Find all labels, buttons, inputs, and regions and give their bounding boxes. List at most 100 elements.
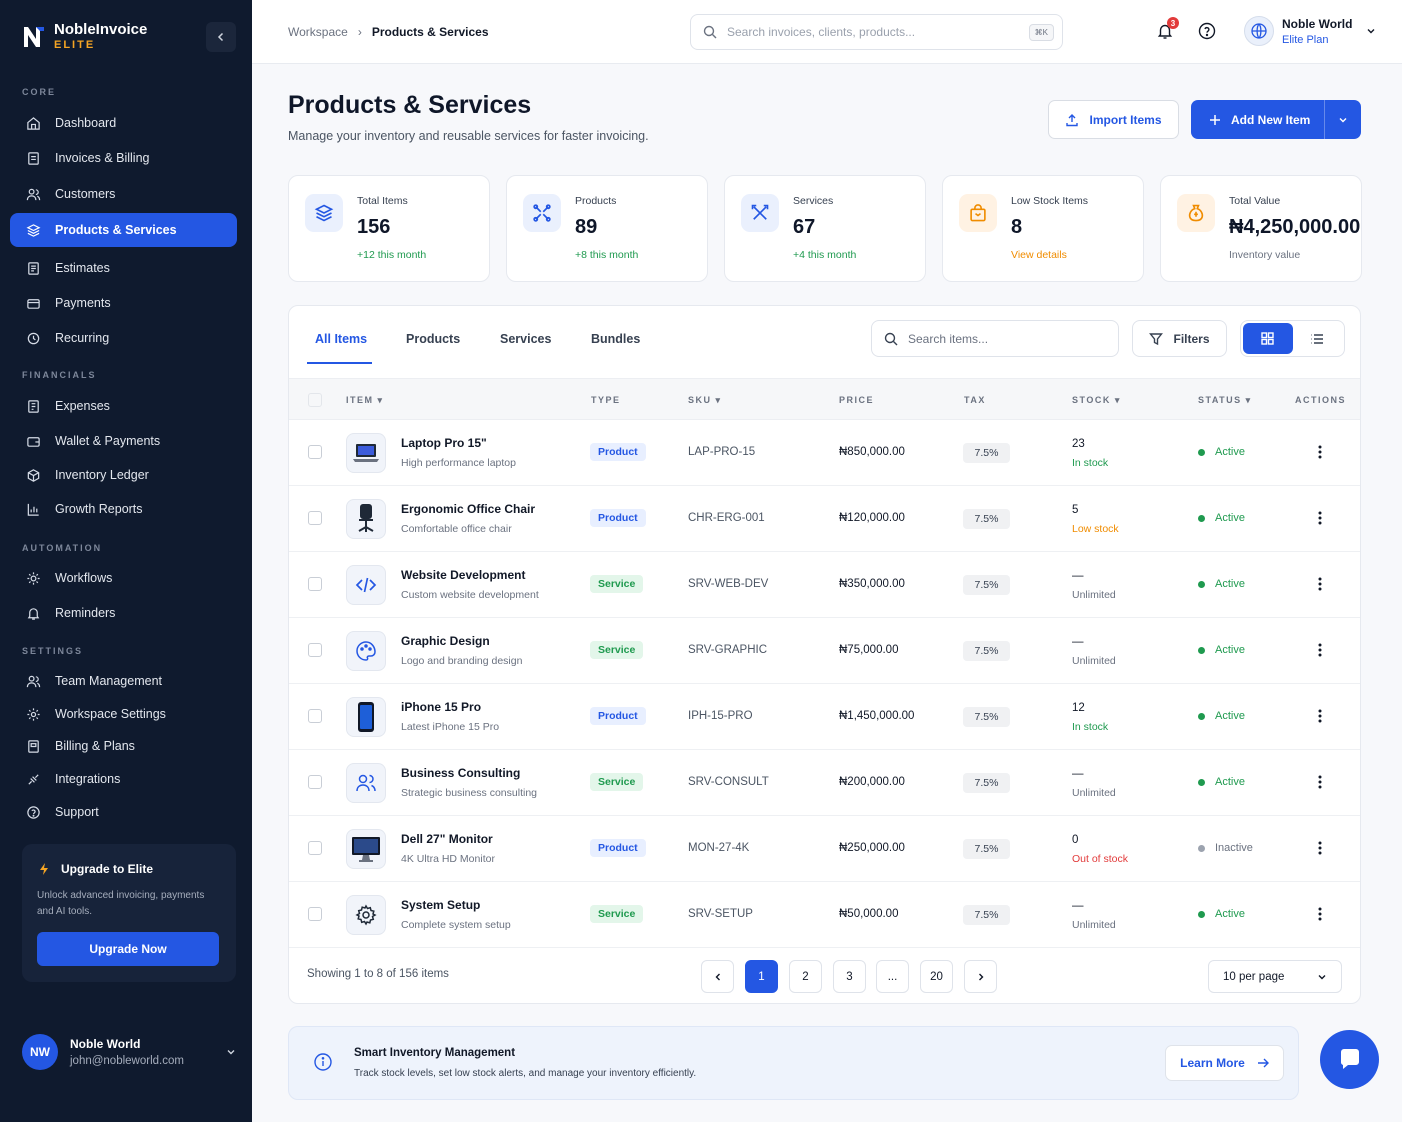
stock-count: 0: [1072, 834, 1079, 846]
item-name[interactable]: Business Consulting: [401, 766, 520, 780]
upgrade-now-button[interactable]: Upgrade Now: [37, 932, 219, 966]
tab-bundles[interactable]: Bundles: [591, 332, 640, 346]
top-user-menu[interactable]: Noble World Elite Plan: [1244, 16, 1376, 46]
table-row[interactable]: iPhone 15 Pro Latest iPhone 15 Pro Product…: [289, 684, 1360, 750]
item-name[interactable]: Dell 27" Monitor: [401, 832, 493, 846]
item-name[interactable]: Graphic Design: [401, 634, 490, 648]
row-actions-button[interactable]: [1316, 510, 1324, 526]
nav-item-integrations[interactable]: Integrations: [10, 762, 237, 796]
users-icon: [346, 763, 386, 803]
per-page-select[interactable]: 10 per page: [1208, 960, 1342, 993]
nav-item-wallet[interactable]: Wallet & Payments: [10, 424, 237, 458]
row-actions-button[interactable]: [1316, 444, 1324, 460]
item-sku: MON-27-4K: [688, 842, 750, 854]
nav-item-payments[interactable]: Payments: [10, 286, 237, 320]
collapse-sidebar-button[interactable]: [206, 22, 236, 52]
help-button[interactable]: [1198, 22, 1216, 40]
item-desc: Latest iPhone 15 Pro: [401, 721, 500, 733]
select-all-checkbox[interactable]: [308, 393, 322, 407]
item-name[interactable]: Ergonomic Office Chair: [401, 502, 535, 516]
add-item-dropdown[interactable]: [1325, 115, 1361, 125]
pagination-next-button[interactable]: [964, 960, 997, 993]
status-text: Active: [1215, 908, 1245, 920]
row-checkbox[interactable]: [308, 445, 322, 459]
add-new-item-button[interactable]: Add New Item: [1191, 100, 1361, 139]
nav-item-inventory-ledger[interactable]: Inventory Ledger: [10, 458, 237, 492]
import-items-button[interactable]: Import Items: [1048, 100, 1179, 139]
more-vertical-icon: [1318, 841, 1322, 855]
table-row[interactable]: Business Consulting Strategic business co…: [289, 750, 1360, 816]
item-search-input[interactable]: Search items...: [871, 320, 1119, 357]
page-button-20[interactable]: 20: [920, 960, 953, 993]
type-badge: Service: [590, 641, 644, 659]
row-checkbox[interactable]: [308, 841, 322, 855]
sidebar-user-menu[interactable]: NW Noble World john@nobleworld.com: [22, 1034, 236, 1070]
page-button-3[interactable]: 3: [833, 960, 866, 993]
nav-item-workspace-settings[interactable]: Workspace Settings: [10, 697, 237, 731]
add-item-main[interactable]: Add New Item: [1191, 100, 1325, 139]
nav-item-support[interactable]: Support: [10, 795, 237, 829]
nav-item-workflows[interactable]: Workflows: [10, 561, 237, 595]
row-actions-button[interactable]: [1316, 642, 1324, 658]
receipt-icon: [28, 399, 39, 413]
list-view-button[interactable]: [1293, 323, 1343, 354]
col-status[interactable]: STATUS ▾: [1198, 395, 1252, 406]
nav-item-customers[interactable]: Customers: [10, 177, 237, 211]
view-details-link[interactable]: View details: [1011, 249, 1067, 261]
row-actions-button[interactable]: [1316, 774, 1324, 790]
row-actions-button[interactable]: [1316, 708, 1324, 724]
page-button-1[interactable]: 1: [745, 960, 778, 993]
nav-item-billing-plans[interactable]: Billing & Plans: [10, 729, 237, 763]
col-sku[interactable]: SKU ▾: [688, 395, 722, 406]
row-checkbox[interactable]: [308, 709, 322, 723]
row-actions-button[interactable]: [1316, 906, 1324, 922]
item-name[interactable]: iPhone 15 Pro: [401, 700, 481, 714]
nav-label: Wallet & Payments: [55, 434, 161, 448]
row-actions-button[interactable]: [1316, 840, 1324, 856]
nav-item-dashboard[interactable]: Dashboard: [10, 106, 237, 140]
status-indicator: Active: [1198, 710, 1245, 722]
chat-button[interactable]: [1320, 1030, 1379, 1089]
global-search-input[interactable]: Search invoices, clients, products... ⌘K: [690, 14, 1063, 50]
item-name[interactable]: Website Development: [401, 568, 525, 582]
tab-services[interactable]: Services: [500, 332, 551, 346]
nav-item-products-services[interactable]: Products & Services: [10, 213, 237, 247]
table-row[interactable]: Laptop Pro 15" High performance laptop Pro…: [289, 420, 1360, 486]
learn-more-button[interactable]: Learn More: [1165, 1045, 1284, 1081]
item-name[interactable]: System Setup: [401, 898, 480, 912]
table-row[interactable]: System Setup Complete system setup Service…: [289, 882, 1360, 948]
col-item[interactable]: ITEM ▾: [346, 395, 384, 406]
row-checkbox[interactable]: [308, 775, 322, 789]
nav-item-reminders[interactable]: Reminders: [10, 596, 237, 630]
nav-label: Expenses: [55, 399, 110, 413]
col-stock[interactable]: STOCK ▾: [1072, 395, 1121, 406]
table-row[interactable]: Graphic Design Logo and branding design Se…: [289, 618, 1360, 684]
tab-all-items[interactable]: All Items: [315, 332, 367, 346]
nav-item-growth-reports[interactable]: Growth Reports: [10, 492, 237, 526]
page-button-2[interactable]: 2: [789, 960, 822, 993]
table-row[interactable]: Website Development Custom website develo…: [289, 552, 1360, 618]
filters-button[interactable]: Filters: [1132, 320, 1227, 357]
row-checkbox[interactable]: [308, 511, 322, 525]
grid-view-button[interactable]: [1243, 323, 1293, 354]
table-row[interactable]: Dell 27" Monitor 4K Ultra HD Monitor Produ…: [289, 816, 1360, 882]
notifications-button[interactable]: 3: [1156, 17, 1179, 40]
table-row[interactable]: Ergonomic Office Chair Comfortable office…: [289, 486, 1360, 552]
row-checkbox[interactable]: [308, 907, 322, 921]
row-checkbox[interactable]: [308, 643, 322, 657]
money-bag-icon: [1177, 194, 1215, 232]
nav-section-settings: SETTINGS: [22, 646, 84, 656]
pagination-prev-button[interactable]: [701, 960, 734, 993]
nav-item-recurring[interactable]: Recurring: [10, 321, 237, 355]
row-actions-button[interactable]: [1316, 576, 1324, 592]
document-icon: [28, 261, 39, 275]
nav-item-expenses[interactable]: Expenses: [10, 389, 237, 423]
nav-item-team-management[interactable]: Team Management: [10, 664, 237, 698]
nav-item-invoices[interactable]: Invoices & Billing: [10, 141, 237, 175]
tab-products[interactable]: Products: [406, 332, 460, 346]
nav-item-estimates[interactable]: Estimates: [10, 251, 237, 285]
breadcrumb-workspace[interactable]: Workspace: [288, 25, 348, 39]
brand[interactable]: NobleInvoice ELITE: [22, 22, 147, 52]
item-name[interactable]: Laptop Pro 15": [401, 436, 487, 450]
row-checkbox[interactable]: [308, 577, 322, 591]
